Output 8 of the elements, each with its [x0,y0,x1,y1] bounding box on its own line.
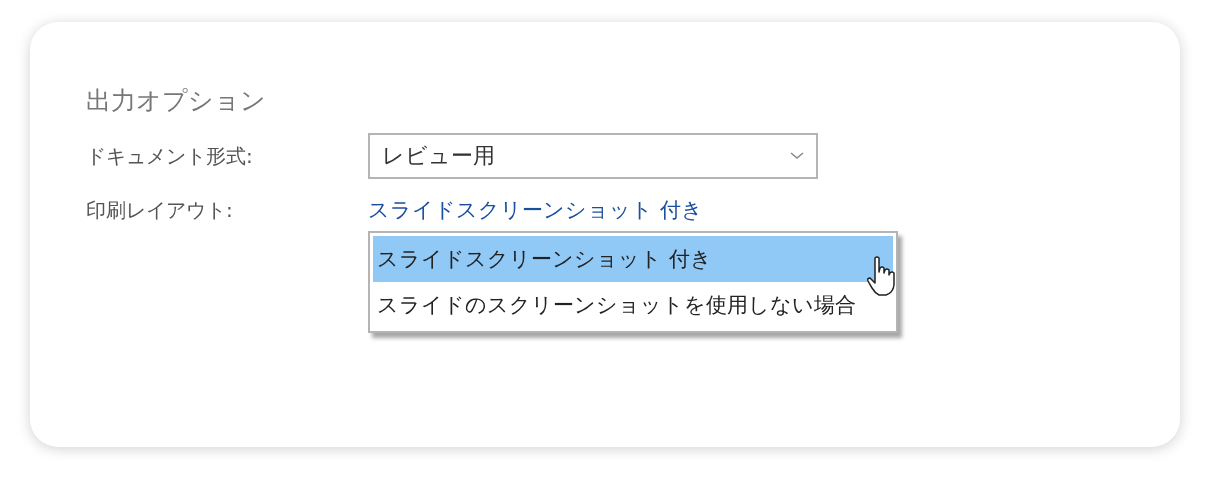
section-title: 出力オプション [86,88,267,113]
dropdown-option[interactable]: スライドスクリーンショット 付き [373,236,893,282]
field-label: 印刷レイアウト: [86,196,234,224]
dropdown-option[interactable]: スライドのスクリーンショットを使用しない場合 [373,282,893,328]
field-label: ドキュメント形式: [86,142,254,170]
layout-link[interactable]: スライドスクリーンショット 付き [368,198,703,222]
document-format-select[interactable]: レビュー用 [368,133,818,179]
chevron-down-icon [790,152,804,160]
